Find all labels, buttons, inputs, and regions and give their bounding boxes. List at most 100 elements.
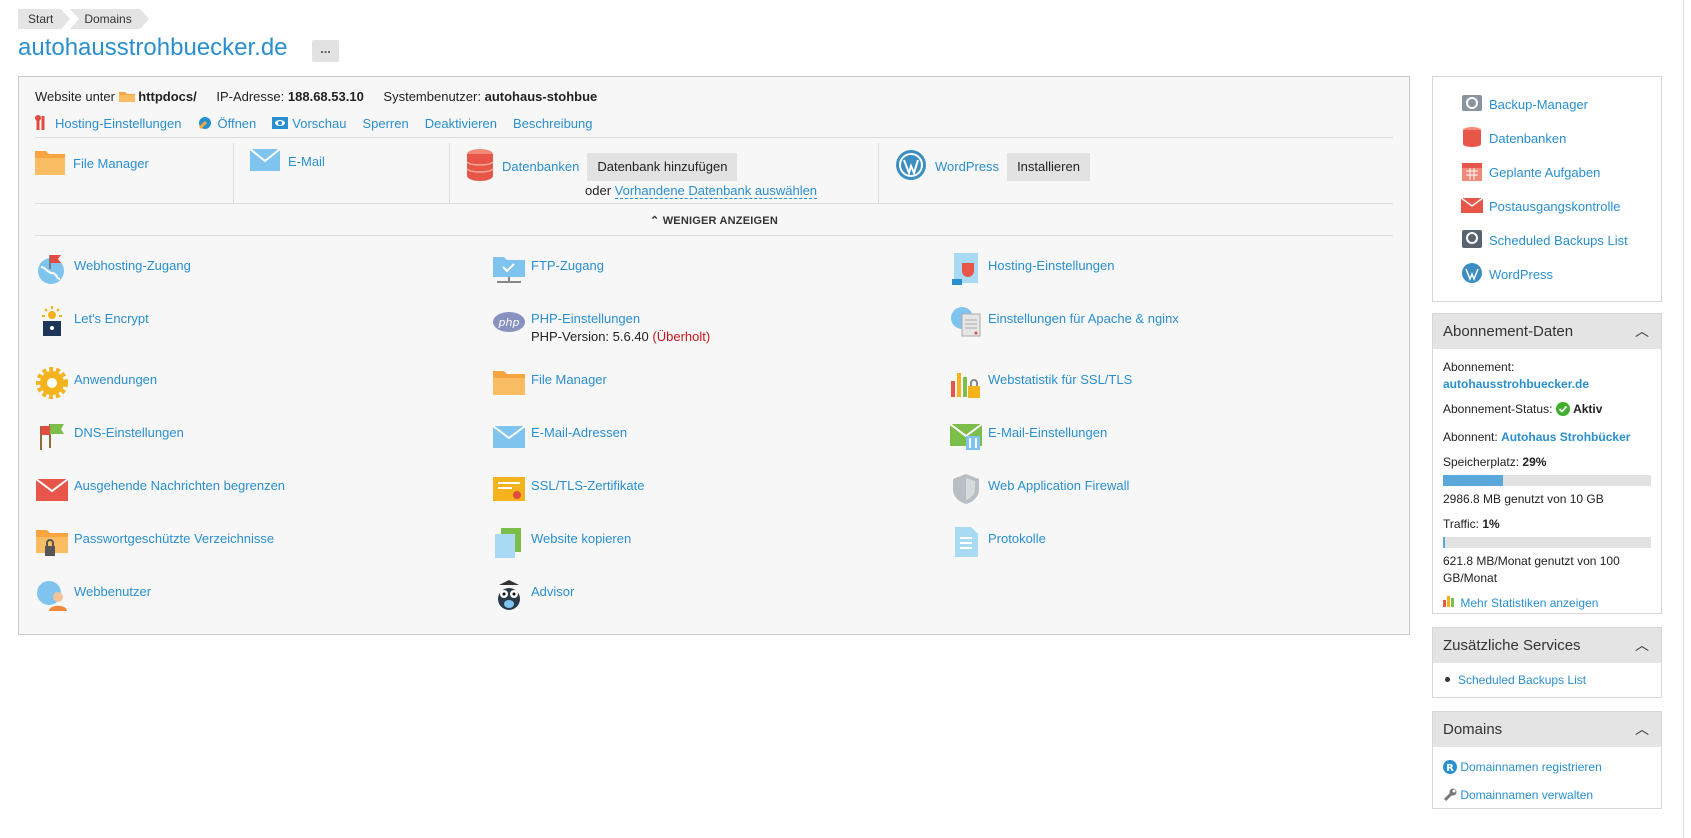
sidebar-link-scheduled-tasks[interactable]: Geplante Aufgaben (1433, 155, 1661, 189)
chevron-up-icon: ⌃ (650, 215, 663, 227)
ip-label: IP-Adresse: (216, 89, 285, 104)
tool-protected-dirs[interactable]: Passwortgeschützte Verzeichnisse (36, 526, 274, 558)
action-preview[interactable]: Vorschau (272, 115, 346, 131)
quick-file-manager[interactable]: File Manager (35, 149, 149, 178)
tool-advisor[interactable]: Advisor (493, 579, 574, 611)
tool-label: Webbenutzer (74, 584, 152, 599)
chevron-up-icon: ︿ (1635, 721, 1649, 737)
traffic-usage-fill (1443, 537, 1446, 548)
more-stats-link[interactable]: Mehr Statistiken anzeigen (1443, 595, 1651, 612)
select-existing-database-link[interactable]: Vorhandene Datenbank auswählen (614, 183, 818, 199)
tool-web-users[interactable]: Webbenutzer (36, 579, 151, 611)
subscription-panel-header[interactable]: Abonnement-Daten ︿ (1433, 314, 1661, 349)
docroot-link[interactable]: httpdocs/ (138, 89, 197, 104)
tool-email-addresses[interactable]: E-Mail-Adressen (492, 420, 628, 452)
tool-outgoing-limit[interactable]: Ausgehende Nachrichten begrenzen (35, 473, 285, 505)
domain-panel: Website unter httpdocs/ IP-Adresse: 188.… (18, 76, 1410, 635)
breadcrumb-domains[interactable]: Domains (70, 9, 150, 29)
tool-label: E-Mail-Adressen (531, 425, 628, 440)
chevron-up-icon: ︿ (1635, 637, 1649, 653)
tool-label: PHP-Einstellungen (531, 311, 641, 326)
tool-webhosting-access[interactable]: Webhosting-Zugang (36, 253, 191, 285)
sidebar-link-scheduled-backups[interactable]: Scheduled Backups List (1433, 223, 1661, 257)
tool-php-settings[interactable]: php PHP-Einstellungen PHP-Version: 5.6.4… (493, 306, 710, 346)
mail-icon (1460, 194, 1484, 219)
php-icon: php (493, 306, 525, 338)
manage-domains-link[interactable]: Domainnamen verwalten (1443, 787, 1651, 807)
calendar-icon (1461, 160, 1483, 185)
stats-lock-icon (950, 367, 982, 399)
sidebar-link-label: WordPress (1489, 266, 1554, 282)
tool-email-settings[interactable]: E-Mail-Einstellungen (949, 420, 1107, 452)
owl-icon (493, 579, 525, 611)
web-user-icon (36, 579, 68, 611)
register-domain-link[interactable]: R Domainnamen registrieren (1443, 759, 1651, 779)
status-row: Abonnement-Status: Aktiv (1443, 401, 1651, 421)
tool-label: Protokolle (988, 531, 1046, 546)
ip-value: 188.68.53.10 (287, 89, 364, 104)
quick-wordpress[interactable]: WordPress Installieren (895, 149, 1090, 184)
tool-label: Advisor (531, 584, 575, 599)
quick-wordpress-label: WordPress (935, 159, 1000, 174)
wordpress-icon (1461, 262, 1483, 287)
quick-databases[interactable]: Datenbanken Datenbank hinzufügen (466, 149, 738, 184)
shield-icon (950, 473, 982, 505)
action-deactivate[interactable]: Deaktivieren (425, 115, 497, 131)
show-less-toggle[interactable]: ⌃ WENIGER ANZEIGEN (19, 214, 1409, 227)
traffic-value: 1% (1482, 517, 1500, 531)
sidebar-link-databases[interactable]: Datenbanken (1433, 121, 1661, 155)
tool-ftp-access[interactable]: FTP-Zugang (493, 253, 604, 285)
php-version-line: PHP-Version: 5.6.40 (Überholt) (531, 328, 710, 346)
services-panel-header[interactable]: Zusätzliche Services ︿ (1433, 628, 1661, 663)
php-version: PHP-Version: 5.6.40 (531, 329, 649, 344)
divider (233, 143, 234, 203)
sidebar-link-outgoing-control[interactable]: Postausgangskontrolle (1433, 189, 1661, 223)
tool-logs[interactable]: Protokolle (950, 526, 1046, 558)
add-database-button[interactable]: Datenbank hinzufügen (587, 152, 738, 181)
action-open[interactable]: Öffnen (197, 115, 256, 131)
action-suspend[interactable]: Sperren (362, 115, 408, 131)
tool-label: FTP-Zugang (531, 258, 604, 273)
breadcrumb-start[interactable]: Start (18, 9, 71, 29)
document-icon (950, 526, 982, 558)
divider (878, 143, 879, 203)
tool-label: Hosting-Einstellungen (988, 258, 1115, 273)
subscription-link[interactable]: autohausstrohbuecker.de (1443, 377, 1589, 391)
sidebar-link-wordpress[interactable]: WordPress (1433, 257, 1661, 291)
tool-ssl-certificates[interactable]: SSL/TLS-Zertifikate (493, 473, 644, 505)
ftp-icon (493, 253, 525, 285)
quick-email[interactable]: E-Mail (249, 148, 325, 174)
quick-file-manager-label: File Manager (73, 156, 149, 171)
tool-dns-settings[interactable]: DNS-Einstellungen (36, 420, 184, 452)
tool-applications[interactable]: Anwendungen (36, 367, 157, 399)
tool-copy-website[interactable]: Website kopieren (493, 526, 631, 558)
sidebar-link-backup-manager[interactable]: Backup-Manager (1433, 87, 1661, 121)
tool-lets-encrypt[interactable]: Let's Encrypt (36, 306, 149, 338)
check-icon (1555, 402, 1570, 421)
bullet-icon (1445, 677, 1450, 682)
tool-label: Web Application Firewall (988, 478, 1130, 493)
folder-lock-icon (36, 526, 68, 558)
owner-link[interactable]: Autohaus Strohbücker (1501, 430, 1630, 444)
certificate-icon (493, 473, 525, 505)
install-wordpress-button[interactable]: Installieren (1007, 152, 1090, 181)
tool-web-stats-ssl[interactable]: Webstatistik für SSL/TLS (950, 367, 1132, 399)
mail-icon (492, 420, 526, 452)
mail-settings-icon (949, 420, 983, 452)
action-description[interactable]: Beschreibung (513, 115, 593, 131)
domains-panel-header[interactable]: Domains ︿ (1433, 712, 1661, 747)
tool-waf[interactable]: Web Application Firewall (950, 473, 1129, 505)
more-actions-button[interactable]: ... (312, 40, 339, 62)
folder-icon (118, 90, 135, 102)
more-stats-label: Mehr Statistiken anzeigen (1460, 596, 1599, 610)
panel-title: Domains (1443, 721, 1503, 738)
subscription-panel: Abonnement-Daten ︿ Abonnement: autohausstr… (1432, 313, 1662, 614)
action-hosting-settings[interactable]: Hosting-Einstellungen (35, 115, 181, 131)
breadcrumb: Start Domains (18, 9, 150, 29)
tool-hosting-settings[interactable]: Hosting-Einstellungen (950, 253, 1114, 285)
backup-list-icon (1461, 228, 1483, 253)
service-link-scheduled-backups[interactable]: Scheduled Backups List (1458, 673, 1586, 687)
disk-label: Speicherplatz: (1443, 455, 1520, 469)
tool-apache-nginx[interactable]: Einstellungen für Apache & nginx (950, 306, 1179, 338)
tool-file-manager[interactable]: File Manager (493, 367, 607, 399)
